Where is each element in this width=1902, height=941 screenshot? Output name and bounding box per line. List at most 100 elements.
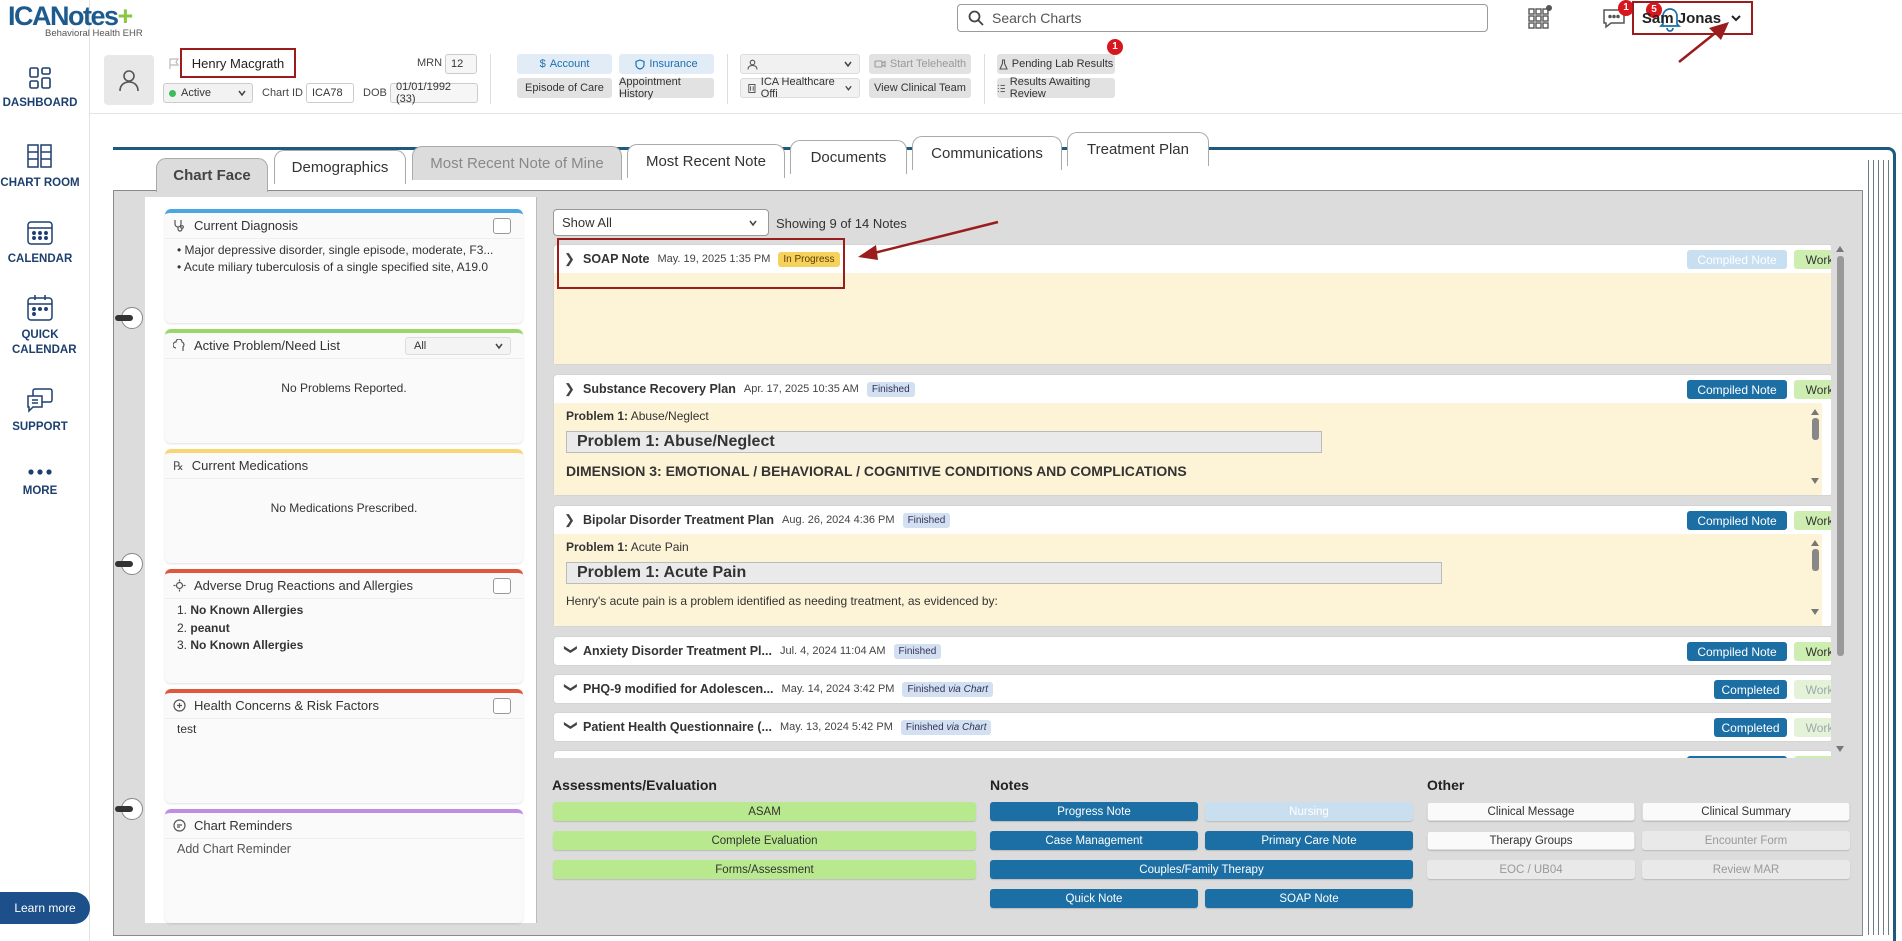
forms-assessment-button[interactable]: Forms/Assessment (553, 860, 976, 879)
nursing-button[interactable]: Nursing (1205, 802, 1413, 821)
user-menu[interactable]: Sam Jonas (1632, 1, 1753, 35)
asam-button[interactable]: ASAM (553, 802, 976, 821)
compiled-note-button[interactable]: Compiled Note (1687, 642, 1787, 661)
compiled-note-button[interactable]: Compiled Note (1687, 250, 1787, 269)
note-scrollbar[interactable] (1810, 409, 1820, 491)
provider-select[interactable] (740, 54, 860, 74)
chevron-down-icon (749, 220, 757, 226)
couples-family-therapy-button[interactable]: Couples/Family Therapy (990, 860, 1413, 879)
pending-lab-badge: 1 (1107, 39, 1123, 55)
external-link-icon[interactable] (493, 698, 511, 714)
external-link-icon[interactable] (493, 578, 511, 594)
eoc-ub04-button[interactable]: EOC / UB04 (1427, 860, 1635, 879)
chart-reminders-widget: Chart Reminders Add Chart Reminder (165, 809, 523, 923)
learn-more-button[interactable]: Learn more (0, 892, 90, 924)
case-management-button[interactable]: Case Management (990, 831, 1198, 850)
work-area-button[interactable]: Work Area (1794, 642, 1831, 661)
completed-button[interactable]: Completed (1714, 718, 1787, 737)
search-charts-input[interactable]: Search Charts (957, 4, 1488, 32)
compiled-note-button[interactable] (1687, 756, 1787, 758)
completed-button[interactable]: Completed (1714, 680, 1787, 699)
work-area-button[interactable]: Work Area (1794, 680, 1831, 699)
sidebar-item-dashboard[interactable]: DASHBOARD (0, 66, 80, 111)
sidebar-item-calendar[interactable]: CALENDAR (0, 218, 80, 267)
results-awaiting-review-button[interactable]: Results Awaiting Review (997, 76, 1115, 100)
pending-lab-results-button[interactable]: Pending Lab Results (997, 54, 1115, 74)
tab-most-recent-note[interactable]: Most Recent Note (627, 144, 785, 178)
compiled-note-button[interactable]: Compiled Note (1687, 511, 1787, 530)
brain-icon (173, 339, 185, 351)
user-icon (747, 59, 758, 70)
appointment-history-button[interactable]: Appointment History (619, 76, 714, 100)
start-telehealth-button[interactable]: Start Telehealth (869, 54, 971, 74)
work-area-button[interactable]: Work Area (1794, 250, 1831, 269)
note-scrollbar[interactable] (1810, 540, 1820, 622)
encounter-form-button[interactable]: Encounter Form (1642, 831, 1850, 850)
list-item: • Major depressive disorder, single epis… (177, 243, 494, 257)
chevron-down-icon: ❯ (564, 644, 579, 655)
progress-note-button[interactable]: Progress Note (990, 802, 1198, 821)
note-header[interactable]: ❯ Anxiety Disorder Treatment Pl... Jul. … (554, 637, 1831, 665)
primary-care-note-button[interactable]: Primary Care Note (1205, 831, 1413, 850)
note-header[interactable]: ❯ Substance Recovery Plan Apr. 17, 2025 … (554, 375, 1831, 403)
binder-ring (115, 307, 145, 329)
flag-icon[interactable] (168, 58, 180, 70)
soap-note-button[interactable]: SOAP Note (1205, 889, 1413, 908)
notes-filter-select[interactable]: Show All (553, 209, 769, 236)
tab-documents[interactable]: Documents (790, 140, 907, 174)
add-chart-reminder[interactable]: Add Chart Reminder (165, 839, 523, 860)
review-mar-button[interactable]: Review MAR (1642, 860, 1850, 879)
tab-treatment-plan[interactable]: Treatment Plan (1067, 132, 1209, 166)
note-list-scrollbar[interactable] (1835, 244, 1845, 758)
work-area-button[interactable]: Work Area (1794, 380, 1831, 399)
external-link-icon[interactable] (493, 218, 511, 234)
adverse-reactions-widget: Adverse Drug Reactions and Allergies 1. … (165, 569, 523, 683)
patient-name[interactable]: Henry Macgrath (180, 48, 296, 78)
chart-id-value: ICA78 (306, 83, 354, 103)
sidebar-item-quick-calendar[interactable]: QUICK CALENDAR (0, 294, 80, 358)
note-header[interactable]: ❯ Bipolar Disorder Treatment Plan Aug. 2… (554, 506, 1831, 534)
status-dot (169, 89, 176, 97)
quick-note-button[interactable]: Quick Note (990, 889, 1198, 908)
complete-evaluation-button[interactable]: Complete Evaluation (553, 831, 976, 850)
work-area-button[interactable]: Work Area (1794, 511, 1831, 530)
user-icon (119, 70, 139, 92)
facility-select[interactable]: ICA Healthcare Offi (740, 76, 860, 100)
messages-button[interactable]: 1 (1601, 0, 1634, 32)
tab-most-recent-note-of-mine[interactable]: Most Recent Note of Mine (412, 146, 622, 180)
sidebar-item-chart-room[interactable]: CHART ROOM (0, 142, 80, 191)
tab-chart-face[interactable]: Chart Face (156, 158, 268, 192)
note-header[interactable]: ❯ PHQ-9 modified for Adolescen... May. 1… (554, 675, 1831, 703)
note-header[interactable]: ❯ SOAP Note May. 19, 2025 1:35 PM In Pro… (554, 245, 1831, 273)
problem-filter-select[interactable]: All (405, 337, 511, 355)
stethoscope-icon (174, 220, 184, 232)
sidebar-item-support[interactable]: SUPPORT (0, 386, 80, 435)
work-area-button[interactable] (1794, 756, 1831, 758)
therapy-groups-button[interactable]: Therapy Groups (1427, 831, 1635, 850)
status-badge: Finished (893, 643, 942, 659)
clinical-summary-button[interactable]: Clinical Summary (1642, 802, 1850, 821)
note-body: Problem 1: Abuse/Neglect Problem 1: Abus… (554, 403, 1822, 495)
tab-communications[interactable]: Communications (912, 136, 1062, 170)
status-badge: Finished via Chart (900, 719, 992, 735)
problem-heading: Problem 1: Acute Pain (566, 562, 1442, 584)
divider (490, 54, 491, 104)
account-button[interactable]: $ Account (517, 54, 612, 74)
patient-avatar[interactable] (104, 55, 154, 105)
status-badge: Finished (866, 381, 915, 397)
allergy-icon (173, 579, 186, 592)
widget-title: Current Diagnosis (194, 218, 299, 233)
work-area-button[interactable]: Work Area (1794, 718, 1831, 737)
note-body (554, 273, 1831, 364)
compiled-note-button[interactable]: Compiled Note (1687, 380, 1787, 399)
note-header[interactable]: ❯ Patient Health Questionnaire (... May.… (554, 713, 1831, 741)
status-select[interactable]: Active (163, 83, 253, 103)
grid-apps-button[interactable] (1527, 4, 1557, 32)
insurance-button[interactable]: Insurance (619, 54, 714, 74)
sidebar-item-more[interactable]: MORE (0, 466, 80, 499)
episode-of-care-button[interactable]: Episode of Care (517, 78, 612, 98)
view-clinical-team-button[interactable]: View Clinical Team (869, 78, 971, 98)
quick-calendar-icon (27, 295, 53, 321)
clinical-message-button[interactable]: Clinical Message (1427, 802, 1635, 821)
tab-demographics[interactable]: Demographics (274, 150, 406, 184)
